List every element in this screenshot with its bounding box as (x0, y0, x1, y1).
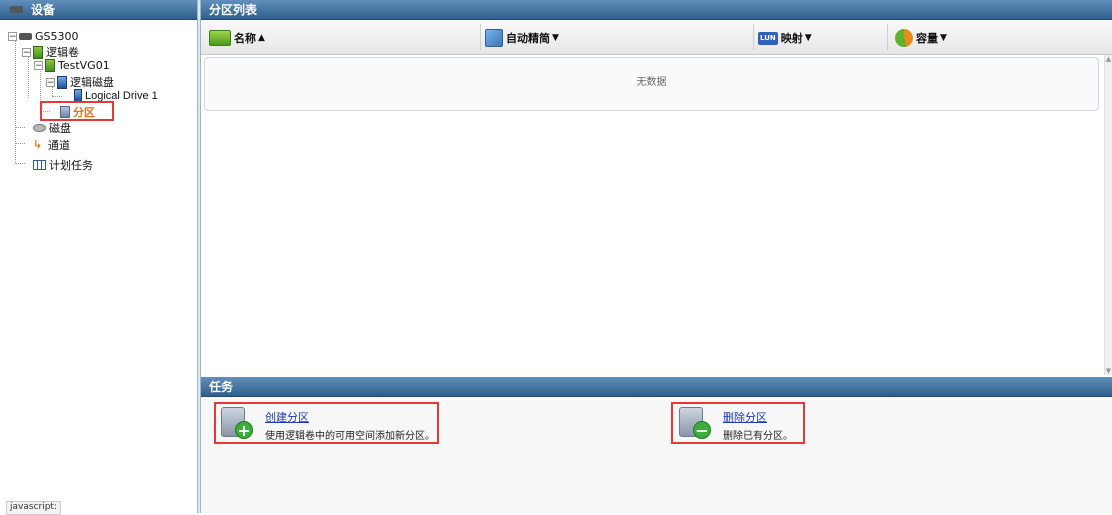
vertical-scrollbar[interactable]: ▲ ▼ (1104, 55, 1112, 375)
highlight-box-partition (40, 101, 114, 121)
tree-label-scheduled-tasks: 计划任务 (49, 159, 93, 172)
volume-group-icon (33, 45, 43, 59)
thin-provisioning-icon (485, 29, 503, 47)
collapse-icon[interactable]: − (46, 77, 55, 87)
column-header-mapping[interactable]: LUN 映射 ▼ (758, 28, 812, 48)
scroll-up-icon[interactable]: ▲ (1105, 55, 1112, 63)
channel-icon: ↳ (33, 138, 43, 151)
tree-node-logical-volume[interactable]: − 逻辑卷 (22, 44, 79, 60)
column-header-bar: 名称 ▲ 自动精简 ▼ LUN 映射 ▼ 容量 ▼ (201, 20, 1112, 55)
sort-menu-icon: ▼ (940, 33, 947, 43)
tree-label-vg: TestVG01 (58, 59, 110, 72)
sort-menu-icon: ▼ (552, 33, 559, 43)
logical-disk-icon (57, 75, 67, 89)
tree-label-logical-volume: 逻辑卷 (46, 46, 79, 59)
column-label-capacity: 容量 (916, 32, 938, 45)
column-label-thin-provisioning: 自动精简 (506, 32, 550, 45)
column-header-name[interactable]: 名称 ▲ (209, 28, 265, 48)
collapse-icon[interactable]: − (34, 61, 43, 71)
calendar-grid-icon (33, 160, 46, 170)
tree-label-logical-disk: 逻辑磁盘 (70, 76, 114, 89)
sort-menu-icon: ▼ (804, 33, 812, 43)
tasks-header: 任务 (201, 377, 1112, 397)
device-panel: 设备 − GS5300 − 逻辑卷 − TestVG01 − 逻辑磁盘 Logi… (0, 0, 197, 515)
empty-state: 无数据 (204, 57, 1099, 111)
storage-device-icon (19, 33, 32, 40)
highlight-box-delete (671, 402, 805, 444)
column-header-capacity[interactable]: 容量 ▼ (895, 28, 947, 48)
collapse-icon[interactable]: − (8, 32, 17, 42)
tasks-panel: 任务 + 创建分区 使用逻辑卷中的可用空间添加新分区。 − 删除分区 删除已有分… (201, 377, 1112, 513)
tree-label-root: GS5300 (35, 30, 79, 43)
volume-group-icon (45, 59, 55, 72)
partition-list-panel: 分区列表 名称 ▲ 自动精简 ▼ LUN 映射 ▼ 容量 ▼ 无数据 ▲ ▼ 任… (201, 0, 1112, 513)
tree-label-disk: 磁盘 (49, 122, 71, 135)
column-header-thin-provisioning[interactable]: 自动精简 ▼ (485, 28, 559, 48)
tree-node-channel[interactable]: ↳ 通道 (33, 137, 70, 153)
device-icon (10, 6, 23, 13)
sort-ascending-icon: ▲ (258, 33, 265, 43)
tree-label-logical-drive: Logical Drive 1 (85, 89, 158, 102)
column-label-mapping: 映射 (780, 32, 803, 45)
partition-list-header: 分区列表 (201, 0, 1112, 20)
column-label-name: 名称 (234, 32, 256, 45)
tree-node-vg[interactable]: − TestVG01 (34, 59, 110, 72)
tree-label-channel: 通道 (48, 139, 70, 152)
scroll-down-icon[interactable]: ▼ (1105, 367, 1112, 375)
tree-node-scheduled-tasks[interactable]: 计划任务 (33, 157, 93, 173)
tree-node-disk[interactable]: 磁盘 (33, 120, 71, 136)
collapse-icon[interactable]: − (22, 47, 31, 57)
lun-icon: LUN (758, 31, 778, 45)
highlight-box-create (214, 402, 439, 444)
device-panel-header: 设备 (0, 0, 197, 20)
partition-grid: 无数据 (201, 55, 1104, 375)
tree-node-logical-disk[interactable]: − 逻辑磁盘 (46, 74, 114, 90)
pie-chart-icon (895, 29, 913, 47)
disk-icon (33, 124, 46, 132)
tree-node-root[interactable]: − GS5300 (8, 30, 79, 43)
name-column-icon (209, 30, 231, 46)
device-panel-title: 设备 (31, 2, 56, 17)
